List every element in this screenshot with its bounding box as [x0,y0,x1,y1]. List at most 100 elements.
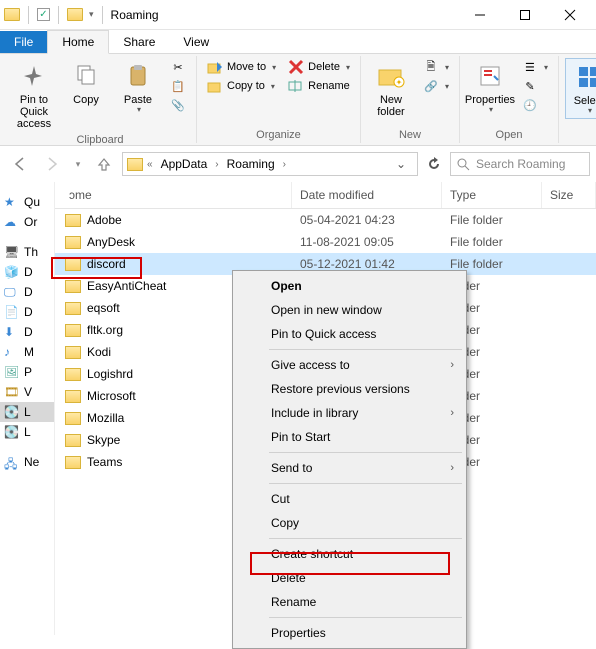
table-row[interactable]: Adobe05-04-2021 04:23File folder [55,209,596,231]
new-folder-button[interactable]: ✦ New folder [367,58,415,120]
table-row[interactable]: AnyDesk11-08-2021 09:05File folder [55,231,596,253]
svg-text:✦: ✦ [396,78,403,87]
tab-home[interactable]: Home [47,30,109,54]
quick-access-toolbar: ✓ ▾ [4,6,105,24]
history-dropdown[interactable]: ▾ [70,152,86,176]
ctx-pin-start[interactable]: Pin to Start [235,425,464,449]
easy-access-button[interactable]: 🔗▾ [419,77,453,95]
navigation-pane[interactable]: ★Qu ☁Or 🖥Th 🧊D 🖵D 📄D ⬇D ♪M 🖼P 🎞V 💽L 💽L 🖧… [0,182,55,635]
list-header[interactable]: ɔme Date modified Type Size [55,182,596,209]
paste-button[interactable]: Paste▾ [114,58,162,117]
open-button[interactable]: ☰▾ [518,58,552,76]
ctx-create-shortcut[interactable]: Create shortcut [235,542,464,566]
qat-dropdown-icon[interactable]: ▾ [89,9,94,20]
column-name[interactable]: ɔme [55,182,292,208]
crumb-appdata[interactable]: AppData [157,157,212,171]
separator [269,452,462,453]
tab-share[interactable]: Share [109,31,169,53]
chevron-right-icon[interactable]: « [145,159,155,170]
column-size[interactable]: Size [542,182,596,208]
maximize-button[interactable] [502,1,547,29]
ribbon: Pin to Quick access Copy Paste▾ ✂ 📋 📎 Cl… [0,54,596,146]
new-item-button[interactable]: 🗎▾ [419,58,453,76]
refresh-button[interactable] [422,152,446,176]
ctx-give-access-to[interactable]: Give access to› [235,353,464,377]
minimize-button[interactable] [457,1,502,29]
up-button[interactable] [90,152,118,176]
folder-icon [65,346,81,359]
chevron-right-icon[interactable]: › [213,159,220,170]
file-name: EasyAntiCheat [87,279,166,293]
file-date: 05-12-2021 01:42 [292,257,442,271]
ctx-open-new-window[interactable]: Open in new window [235,298,464,322]
folder-icon [65,258,81,271]
separator [269,617,462,618]
ctx-pin-quick-access[interactable]: Pin to Quick access [235,322,464,346]
tab-file[interactable]: File [0,31,47,53]
nav-item[interactable]: 🖵D [0,282,54,302]
chevron-right-icon: › [450,462,454,474]
nav-item[interactable]: ⬇D [0,322,54,342]
file-name: Mozilla [87,411,124,425]
rename-button[interactable]: Rename [284,77,354,95]
chevron-right-icon[interactable]: › [281,159,288,170]
nav-item[interactable]: 📄D [0,302,54,322]
copy-to-button[interactable]: Copy to▾ [203,77,280,95]
group-organize: Move to▾ Copy to▾ Delete▾ Rename Organiz… [197,56,361,143]
ctx-include-library[interactable]: Include in library› [235,401,464,425]
cut-button[interactable]: ✂ [166,58,190,76]
crumb-roaming[interactable]: Roaming [223,157,279,171]
ctx-rename[interactable]: Rename [235,590,464,614]
group-select: Select▾ [559,56,596,143]
nav-item[interactable]: 🧊D [0,262,54,282]
pin-to-quick-access-button[interactable]: Pin to Quick access [10,58,58,132]
move-to-button[interactable]: Move to▾ [203,58,280,76]
nav-item[interactable]: ♪M [0,342,54,362]
nav-item[interactable]: ★Qu [0,192,54,212]
disk-icon: 💽 [4,405,20,419]
nav-item[interactable]: 🖧Ne [0,452,54,472]
nav-item[interactable]: 🖥Th [0,242,54,262]
history-button[interactable]: 🕘 [518,96,552,114]
copy-button[interactable]: Copy [62,58,110,108]
file-type: File folder [442,235,542,249]
folder-icon [65,280,81,293]
properties-button[interactable]: Properties▾ [466,58,514,117]
nav-item[interactable]: 💽L [0,402,54,422]
select-button[interactable]: Select▾ [565,58,596,119]
ctx-open[interactable]: Open [235,274,464,298]
properties-icon [474,60,506,92]
file-name: Skype [87,433,120,447]
pc-icon: 🖥 [4,245,20,259]
paste-shortcut-button[interactable]: 📎 [166,96,190,114]
ctx-send-to[interactable]: Send to› [235,456,464,480]
breadcrumb[interactable]: « AppData › Roaming › ⌄ [122,152,418,176]
copy-path-button[interactable]: 📋 [166,77,190,95]
easy-access-icon: 🔗 [423,78,439,94]
edit-button[interactable]: ✎ [518,77,552,95]
context-menu: Open Open in new window Pin to Quick acc… [232,270,467,649]
qat-checkbox-icon[interactable]: ✓ [37,8,50,21]
ctx-properties[interactable]: Properties [235,621,464,645]
group-new: ✦ New folder 🗎▾ 🔗▾ New [361,56,460,143]
ctx-copy[interactable]: Copy [235,511,464,535]
forward-button[interactable] [38,152,66,176]
column-date[interactable]: Date modified [292,182,442,208]
delete-button[interactable]: Delete▾ [284,58,354,76]
column-type[interactable]: Type [442,182,542,208]
nav-item[interactable]: 🎞V [0,382,54,402]
nav-item[interactable]: 🖼P [0,362,54,382]
tab-view[interactable]: View [169,31,223,53]
address-dropdown[interactable]: ⌄ [389,152,413,176]
path-icon: 📋 [170,78,186,94]
folder-icon [4,8,20,21]
close-button[interactable] [547,1,592,29]
ctx-restore-previous[interactable]: Restore previous versions [235,377,464,401]
search-placeholder: Search Roaming [476,157,565,171]
nav-item[interactable]: 💽L [0,422,54,442]
ctx-delete[interactable]: Delete [235,566,464,590]
ctx-cut[interactable]: Cut [235,487,464,511]
nav-item[interactable]: ☁Or [0,212,54,232]
back-button[interactable] [6,152,34,176]
search-input[interactable]: Search Roaming [450,152,590,176]
